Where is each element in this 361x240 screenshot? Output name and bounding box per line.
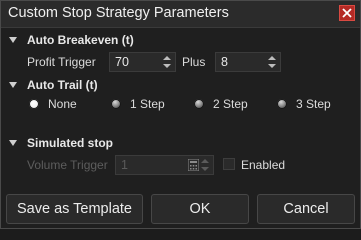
auto-breakeven-title: Auto Breakeven (t) (27, 33, 134, 47)
volume-trigger-value: 1 (121, 158, 128, 172)
close-button[interactable] (339, 5, 355, 21)
spinner-arrows-icon[interactable] (163, 55, 171, 69)
profit-trigger-value: 70 (115, 55, 129, 69)
cancel-button[interactable]: Cancel (257, 194, 355, 224)
profit-trigger-input[interactable]: 70 (109, 52, 176, 72)
enabled-checkbox[interactable] (223, 158, 235, 170)
radio-trail-3-step[interactable]: 3 Step (277, 97, 331, 111)
radio-trail-1-step[interactable]: 1 Step (111, 97, 165, 111)
ok-button[interactable]: OK (151, 194, 249, 224)
auto-breakeven-section-header[interactable]: Auto Breakeven (t) (9, 33, 134, 47)
radio-label: 3 Step (296, 97, 331, 111)
radio-unselected-icon (194, 99, 204, 109)
radio-selected-icon (29, 99, 39, 109)
calculator-icon[interactable] (188, 159, 199, 171)
radio-label: None (48, 97, 77, 111)
radio-label: 2 Step (213, 97, 248, 111)
title-bar[interactable]: Custom Stop Strategy Parameters (1, 1, 360, 28)
dialog-window: Custom Stop Strategy Parameters Auto Bre… (0, 0, 361, 229)
collapse-triangle-icon (9, 82, 17, 88)
radio-label: 1 Step (130, 97, 165, 111)
plus-value: 8 (221, 55, 228, 69)
collapse-triangle-icon (9, 37, 17, 43)
simulated-stop-section-header[interactable]: Simulated stop (9, 136, 113, 150)
close-icon (342, 8, 352, 18)
auto-trail-title: Auto Trail (t) (27, 78, 98, 92)
collapse-triangle-icon (9, 140, 17, 146)
profit-trigger-label: Profit Trigger (27, 55, 96, 69)
auto-trail-section-header[interactable]: Auto Trail (t) (9, 78, 98, 92)
radio-trail-2-step[interactable]: 2 Step (194, 97, 248, 111)
volume-trigger-input[interactable]: 1 (115, 155, 214, 175)
spinner-arrows-icon[interactable] (268, 55, 276, 69)
enabled-label: Enabled (241, 158, 286, 172)
radio-trail-none[interactable]: None (29, 97, 77, 111)
window-title: Custom Stop Strategy Parameters (8, 5, 229, 21)
volume-trigger-label: Volume Trigger (27, 158, 108, 172)
save-as-template-button[interactable]: Save as Template (6, 194, 143, 224)
radio-unselected-icon (111, 99, 121, 109)
simulated-stop-title: Simulated stop (27, 136, 114, 150)
plus-label: Plus (182, 55, 206, 69)
radio-unselected-icon (277, 99, 287, 109)
plus-input[interactable]: 8 (215, 52, 281, 72)
spinner-arrows-icon[interactable] (201, 158, 209, 172)
